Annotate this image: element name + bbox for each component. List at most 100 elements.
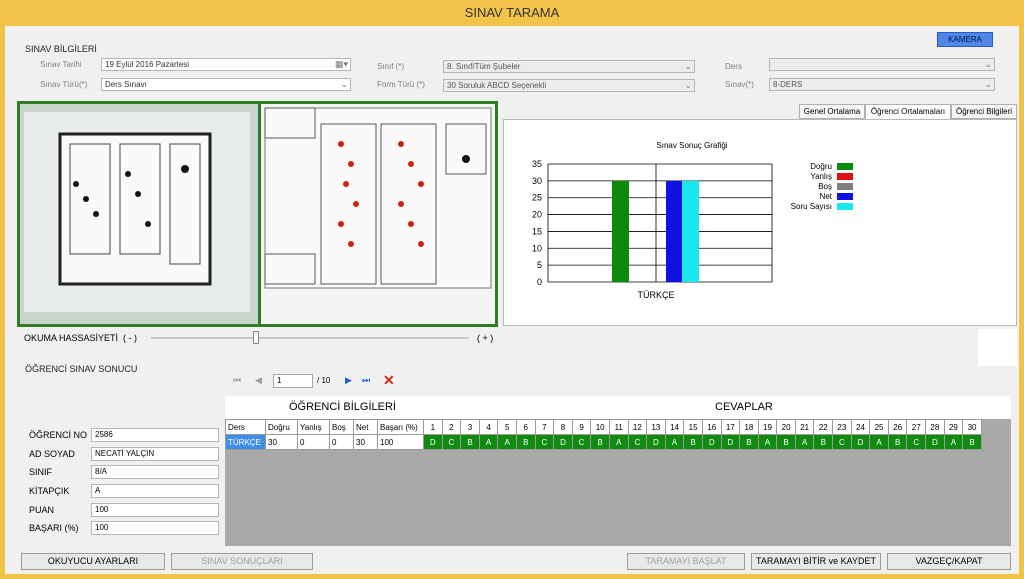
grid-cell[interactable]: A <box>943 434 964 450</box>
grid-cell[interactable]: A <box>757 434 778 450</box>
field-value[interactable]: 8/A <box>91 465 219 479</box>
sensitivity-plus: ( + ) <box>477 333 494 343</box>
grid-cell[interactable]: B <box>739 434 759 450</box>
grid-cell[interactable]: 30 <box>265 434 298 450</box>
grid-cell[interactable]: 100 <box>377 434 424 450</box>
results-grid[interactable]: Ders Doğru Yanlış Boş Net Başarı (%) 1 2 3 4 5 6 7 8 9… <box>225 419 1011 546</box>
tab-general-average[interactable]: Genel Ortalama <box>799 104 865 119</box>
grid-cell[interactable]: D <box>850 434 871 450</box>
grid-cell[interactable]: C <box>832 434 852 450</box>
grid-cell[interactable]: C <box>534 434 555 450</box>
field-value[interactable]: 100 <box>91 521 219 535</box>
date-picker[interactable]: 19 Eylül 2016 Pazartesi ▦▾ <box>101 58 351 71</box>
form-value: 30 Soruluk ABCD Seçenekli <box>447 81 547 90</box>
grid-cell[interactable]: 0 <box>297 434 330 450</box>
last-record-icon[interactable]: ⏭ <box>362 375 370 386</box>
class-label: Sınıf (*) <box>377 62 405 71</box>
sensitivity-minus: ( - ) <box>123 333 137 343</box>
grid-cell[interactable]: A <box>869 434 889 450</box>
calendar-icon[interactable]: ▦▾ <box>335 59 348 70</box>
form-select[interactable]: 30 Soruluk ABCD Seçenekli ⌄ <box>443 79 695 92</box>
field-label: SINIF <box>29 467 53 477</box>
grid-cell[interactable]: B <box>887 434 908 450</box>
first-record-icon[interactable]: ⏮ <box>233 375 241 386</box>
class-select[interactable]: 8. Sınıf/Tüm Şubeler ⌄ <box>443 60 695 73</box>
grid-cell[interactable]: B <box>776 434 796 450</box>
grid-cell[interactable]: B <box>460 434 480 450</box>
cancel-close-button[interactable]: VAZGEÇ/KAPAT <box>887 553 1011 570</box>
finish-save-button[interactable]: TARAMAYI BİTİR ve KAYDET <box>751 553 881 570</box>
grid-cell[interactable]: 0 <box>329 434 354 450</box>
class-value: 8. Sınıf/Tüm Şubeler <box>447 62 521 71</box>
grid-cell[interactable]: B <box>962 434 982 450</box>
column-header: 14 <box>664 419 685 435</box>
column-header: 1 <box>423 419 443 435</box>
grid-cell[interactable]: C <box>906 434 927 450</box>
sensitivity-label: OKUMA HASSASİYETİ <box>24 333 119 343</box>
grid-cell[interactable]: B <box>683 434 703 450</box>
next-record-icon[interactable]: ▶ <box>345 375 352 386</box>
grid-cell[interactable]: D <box>925 434 945 450</box>
grid-cell[interactable]: D <box>423 434 443 450</box>
field-value[interactable]: NECATİ YALÇIN <box>91 447 219 461</box>
chart-panel: Sınav Sonuç Grafiği 0 5 10 15 20 25 30 35 TÜRKÇE D… <box>503 119 1017 326</box>
record-position-input[interactable]: 1 <box>273 374 313 388</box>
field-value[interactable]: 100 <box>91 503 219 517</box>
window-title: SINAV TARAMA <box>0 0 1024 26</box>
delete-record-icon[interactable]: ✕ <box>383 372 395 389</box>
grid-cell[interactable]: C <box>441 434 462 450</box>
x-tick-label: TÜRKÇE <box>637 290 674 300</box>
field-value[interactable]: A <box>91 484 219 498</box>
processed-form-image <box>264 107 492 289</box>
column-header: Yanlış <box>297 419 330 435</box>
grid-cell[interactable]: C <box>627 434 648 450</box>
camera-preview <box>17 101 261 327</box>
exam-select[interactable]: 8-DERS ⌄ <box>769 78 995 91</box>
record-navigator: ⏮ ◀ 1 / 10 ▶ ⏭ ✕ <box>225 371 1009 392</box>
column-header: Boş <box>329 419 354 435</box>
tab-student-averages[interactable]: Öğrenci Ortalamaları <box>865 104 951 120</box>
column-header: 29 <box>943 419 964 435</box>
legend-swatch <box>837 163 853 170</box>
grid-cell[interactable]: A <box>794 434 815 450</box>
grid-cell[interactable]: TÜRKÇE <box>225 434 266 450</box>
bar-doğru <box>612 180 629 282</box>
exam-results-button[interactable]: SINAV SONUÇLARI <box>171 553 313 570</box>
sensitivity-slider[interactable] <box>151 331 469 344</box>
grid-cell[interactable]: A <box>664 434 685 450</box>
field-label: BAŞARI (%) <box>29 523 79 533</box>
reader-settings-button[interactable]: OKUYUCU AYARLARI <box>21 553 165 570</box>
table-row[interactable]: TÜRKÇE 30 0 0 30 100 D C B A A B C D C B A C D A B D D B A B A B C D A… <box>225 434 982 450</box>
chevron-down-icon: ⌄ <box>984 59 992 69</box>
grid-cell[interactable]: D <box>720 434 741 450</box>
lesson-select[interactable]: ⌄ <box>769 58 995 71</box>
grid-column-row: Ders Doğru Yanlış Boş Net Başarı (%) 1 2 3 4 5 6 7 8 9… <box>225 419 982 435</box>
grid-cell[interactable]: A <box>478 434 499 450</box>
exam-value: 8-DERS <box>773 80 803 89</box>
column-header: 21 <box>794 419 815 435</box>
grid-cell[interactable]: A <box>608 434 629 450</box>
grid-cell[interactable]: B <box>590 434 610 450</box>
column-header: 24 <box>850 419 871 435</box>
prev-record-icon[interactable]: ◀ <box>255 375 262 386</box>
tab-student-info[interactable]: Öğrenci Bilgileri <box>951 104 1017 119</box>
field-label: KİTAPÇIK <box>29 486 70 496</box>
camera-button[interactable]: KAMERA <box>937 32 993 47</box>
y-tick-label: 30 <box>532 176 542 186</box>
chevron-down-icon: ⌄ <box>684 61 692 71</box>
grid-cell[interactable]: D <box>701 434 722 450</box>
grid-cell[interactable]: B <box>813 434 834 450</box>
student-info-header: ÖĞRENCİ BİLGİLERİ <box>289 401 396 413</box>
field-value[interactable]: 2586 <box>91 428 219 442</box>
grid-cell[interactable]: D <box>553 434 573 450</box>
grid-cell[interactable]: A <box>497 434 517 450</box>
type-select[interactable]: Ders Sınavı ⌄ <box>101 78 351 91</box>
grid-cell[interactable]: C <box>571 434 592 450</box>
start-scan-button[interactable]: TARAMAYI BAŞLAT <box>627 553 745 570</box>
grid-cell[interactable]: D <box>646 434 666 450</box>
slider-thumb[interactable] <box>252 331 259 344</box>
grid-cell[interactable]: B <box>515 434 536 450</box>
column-header: Ders <box>225 419 266 435</box>
grid-cell[interactable]: 30 <box>353 434 378 450</box>
legend-swatch <box>837 173 853 180</box>
